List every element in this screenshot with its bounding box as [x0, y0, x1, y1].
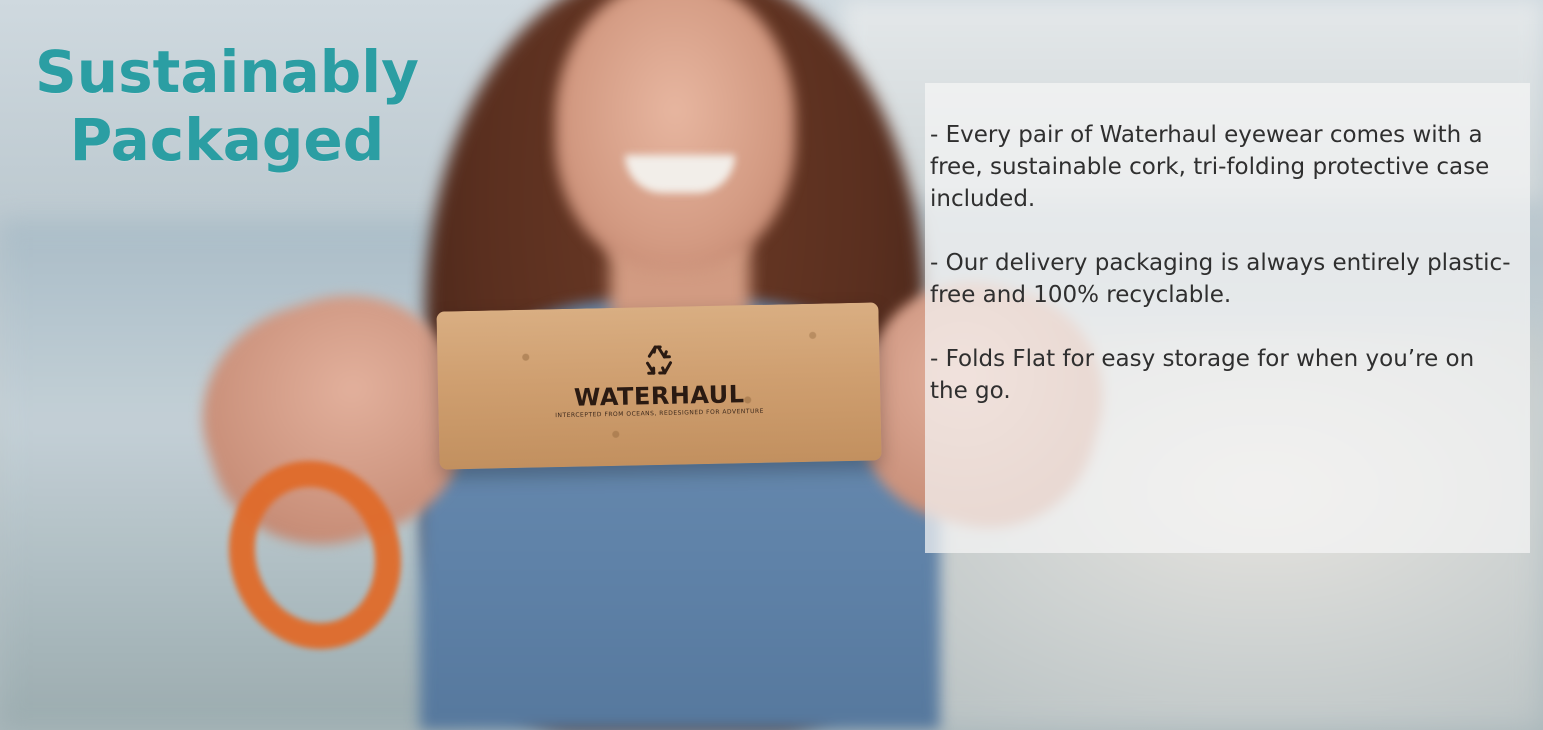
info-panel-text: - Every pair of Waterhaul eyewear comes … [930, 119, 1515, 407]
info-bullet-1: - Every pair of Waterhaul eyewear comes … [930, 122, 1490, 212]
headline-line2: Packaged [69, 106, 385, 174]
info-bullet-3: - Folds Flat for easy storage for when y… [930, 346, 1475, 404]
recycle-icon [641, 343, 676, 378]
headline-line1: Sustainably [35, 38, 419, 106]
info-bullet-2: - Our delivery packaging is always entir… [930, 250, 1511, 308]
person-face [555, 0, 795, 270]
case-logo: WATERHAUL INTERCEPTED FROM OCEANS, REDES… [437, 338, 880, 422]
hero-image: WATERHAUL INTERCEPTED FROM OCEANS, REDES… [0, 0, 1543, 730]
cork-case: WATERHAUL INTERCEPTED FROM OCEANS, REDES… [436, 302, 882, 470]
info-panel: - Every pair of Waterhaul eyewear comes … [925, 83, 1530, 553]
headline: Sustainably Packaged [22, 38, 432, 174]
